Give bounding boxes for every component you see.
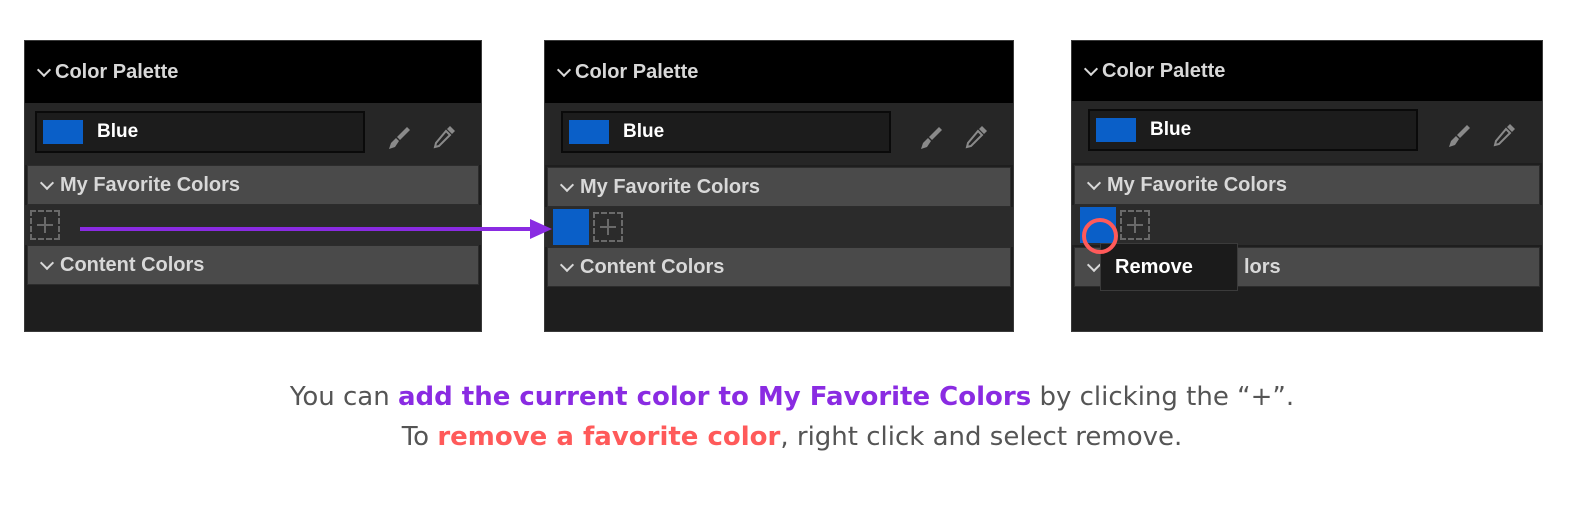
right-click-indicator	[1082, 218, 1118, 254]
current-color-swatch	[1096, 118, 1136, 142]
chevron-down-icon	[1086, 175, 1102, 190]
section-title: My Favorite Colors	[60, 173, 241, 196]
add-favorite-button[interactable]	[30, 210, 60, 240]
caption-text: , right click and select remove.	[780, 422, 1183, 452]
chevron-down-icon	[1083, 61, 1099, 76]
caption-line-2: To remove a favorite color, right click …	[0, 422, 1584, 452]
color-palette-panel-2: Color Palette Blue My Favorite Colors Co…	[544, 40, 1014, 332]
current-color-row: Blue	[545, 103, 1013, 165]
eyedropper-icon[interactable]	[962, 123, 990, 151]
favorites-row	[545, 207, 1013, 247]
arrow-head	[530, 219, 552, 239]
panel-title: Color Palette	[575, 60, 699, 83]
section-content-colors[interactable]: Content Colors	[27, 245, 479, 285]
favorite-color-swatch[interactable]	[553, 209, 589, 245]
panel-title: Color Palette	[55, 60, 179, 83]
eyedropper-icon[interactable]	[1490, 121, 1518, 149]
chevron-down-icon	[1086, 257, 1102, 272]
color-palette-panel-3: Color Palette Blue My Favorite Colors lo…	[1071, 40, 1543, 332]
current-color-field[interactable]: Blue	[1088, 109, 1418, 151]
color-palette-panel-1: Color Palette Blue My Favorite Colors Co…	[24, 40, 482, 332]
current-color-swatch	[43, 120, 83, 144]
chevron-down-icon	[36, 62, 52, 77]
current-color-swatch	[569, 120, 609, 144]
current-color-name: Blue	[1150, 119, 1192, 140]
caption-text: To	[401, 422, 438, 452]
eyedropper-icon[interactable]	[430, 123, 458, 151]
panel-header[interactable]: Color Palette	[1072, 41, 1542, 101]
arrow-line	[80, 227, 532, 231]
chevron-down-icon	[39, 175, 55, 190]
context-menu-remove[interactable]: Remove	[1115, 256, 1193, 279]
panel-title: Color Palette	[1102, 59, 1226, 82]
section-title: My Favorite Colors	[580, 175, 761, 198]
caption-text: by clicking the “+”.	[1031, 382, 1295, 412]
current-color-name: Blue	[97, 121, 139, 142]
current-color-field[interactable]: Blue	[35, 111, 365, 153]
section-title: lors	[1244, 255, 1281, 278]
add-favorite-button[interactable]	[1120, 210, 1150, 240]
section-title: Content Colors	[580, 255, 725, 278]
chevron-down-icon	[559, 177, 575, 192]
panel-header[interactable]: Color Palette	[545, 41, 1013, 103]
caption-highlight-add: add the current color to My Favorite Col…	[397, 382, 1032, 412]
caption-line-1: You can add the current color to My Favo…	[0, 382, 1584, 412]
current-color-row: Blue	[1072, 101, 1542, 163]
current-color-field[interactable]: Blue	[561, 111, 891, 153]
favorites-row	[1072, 205, 1542, 245]
chevron-down-icon	[556, 62, 572, 77]
section-my-favorite-colors[interactable]: My Favorite Colors	[1074, 165, 1540, 205]
section-my-favorite-colors[interactable]: My Favorite Colors	[27, 165, 479, 205]
paint-brush-icon[interactable]	[385, 123, 413, 151]
section-title: Content Colors	[60, 253, 205, 276]
panel-header[interactable]: Color Palette	[25, 41, 481, 103]
section-title: My Favorite Colors	[1107, 173, 1288, 196]
section-content-colors[interactable]: Content Colors	[547, 247, 1011, 287]
chevron-down-icon	[39, 255, 55, 270]
add-favorite-button[interactable]	[593, 212, 623, 242]
context-menu: Remove	[1100, 243, 1238, 291]
section-my-favorite-colors[interactable]: My Favorite Colors	[547, 167, 1011, 207]
caption-text: You can	[289, 382, 398, 412]
current-color-row: Blue	[25, 103, 481, 165]
paint-brush-icon[interactable]	[1445, 121, 1473, 149]
chevron-down-icon	[559, 257, 575, 272]
caption-highlight-remove: remove a favorite color	[437, 422, 781, 452]
paint-brush-icon[interactable]	[917, 123, 945, 151]
favorites-row	[25, 205, 481, 245]
current-color-name: Blue	[623, 121, 665, 142]
